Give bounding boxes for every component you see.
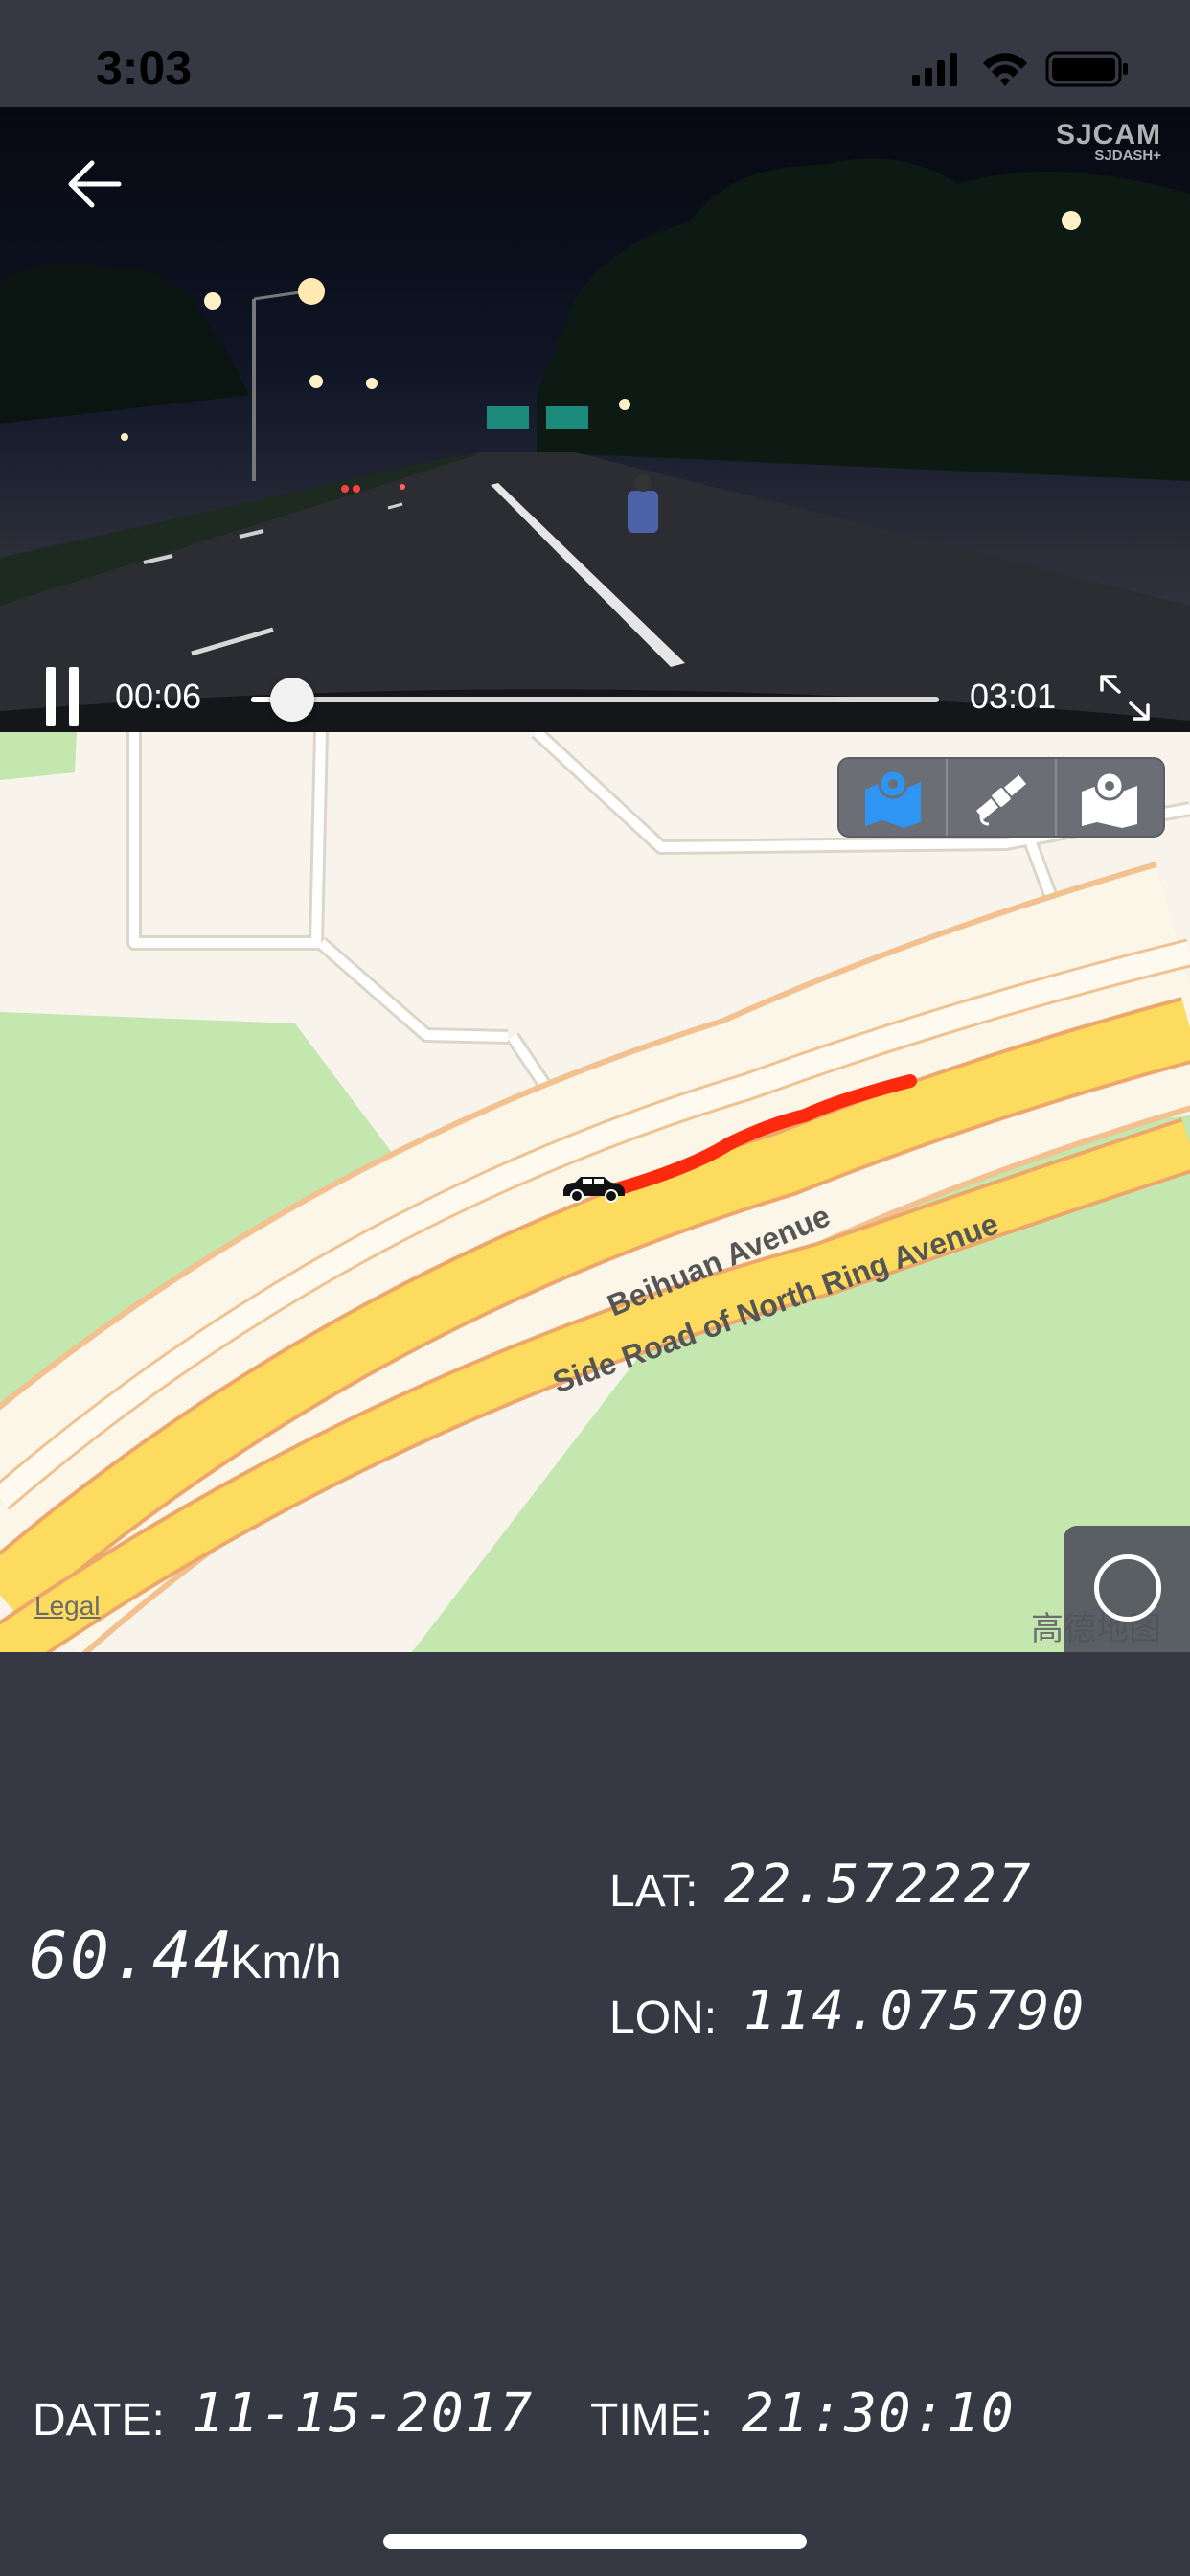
circle-icon [1094, 1554, 1161, 1622]
brand-name: SJCAM [1055, 119, 1161, 150]
expand-icon [1100, 675, 1150, 721]
map-pin-button[interactable] [1057, 759, 1163, 836]
home-indicator[interactable] [383, 2534, 807, 2549]
total-time: 03:01 [970, 677, 1057, 716]
status-bar: 3:03 [0, 0, 1190, 107]
map-layer-icon [864, 769, 921, 828]
wifi-icon [983, 53, 1027, 86]
fullscreen-button[interactable] [1098, 673, 1152, 723]
dashcam-frame [0, 158, 1190, 732]
playback-controls: 00:06 03:01 [0, 665, 1190, 732]
park-area [0, 732, 77, 780]
seek-bar[interactable] [251, 678, 939, 722]
longitude-label: LON: [609, 1992, 718, 2043]
pause-button[interactable] [42, 667, 86, 726]
time-label: TIME: [590, 2395, 713, 2446]
status-time: 3:03 [96, 41, 193, 95]
latitude-label: LAT: [609, 1866, 698, 1917]
arrow-left-icon [68, 160, 122, 208]
battery-icon [1045, 51, 1128, 87]
latitude-value: 22.572227 [724, 1853, 1033, 1916]
date-label: DATE: [33, 2395, 165, 2446]
pause-icon [46, 667, 56, 726]
satellite-mode-button[interactable] [948, 759, 1057, 836]
telemetry-panel: 60.44 Km/h LAT: 22.572227 LON: 114.07579… [0, 1652, 1190, 2576]
back-button[interactable] [57, 146, 134, 222]
route-map[interactable]: Beihuan Avenue Side Road of North Ring A… [0, 732, 1190, 1652]
map-toolbar [837, 757, 1165, 838]
longitude-value: 114.075790 [744, 1980, 1087, 2042]
speed-value: 60.44 [29, 1919, 235, 1994]
locate-button[interactable] [1064, 1526, 1190, 1652]
satellite-icon [975, 774, 1027, 826]
current-time: 00:06 [115, 677, 202, 716]
brand-logo: SJCAM SJDASH+ [1056, 119, 1161, 164]
date-value: 11-15-2017 [192, 2382, 535, 2445]
signal-icon [912, 53, 957, 86]
video-player[interactable]: SJCAM SJDASH+ 00:06 03:01 [0, 107, 1190, 732]
seek-thumb[interactable] [270, 678, 314, 722]
status-icons [912, 51, 1128, 87]
map-mode-button[interactable] [839, 759, 949, 836]
legal-link[interactable]: Legal [34, 1591, 101, 1622]
speed-unit: Km/h [230, 1935, 342, 1989]
map-canvas: Beihuan Avenue Side Road of North Ring A… [0, 732, 1190, 1652]
map-pin-icon [1082, 770, 1138, 828]
time-value: 21:30:10 [742, 2382, 1016, 2445]
